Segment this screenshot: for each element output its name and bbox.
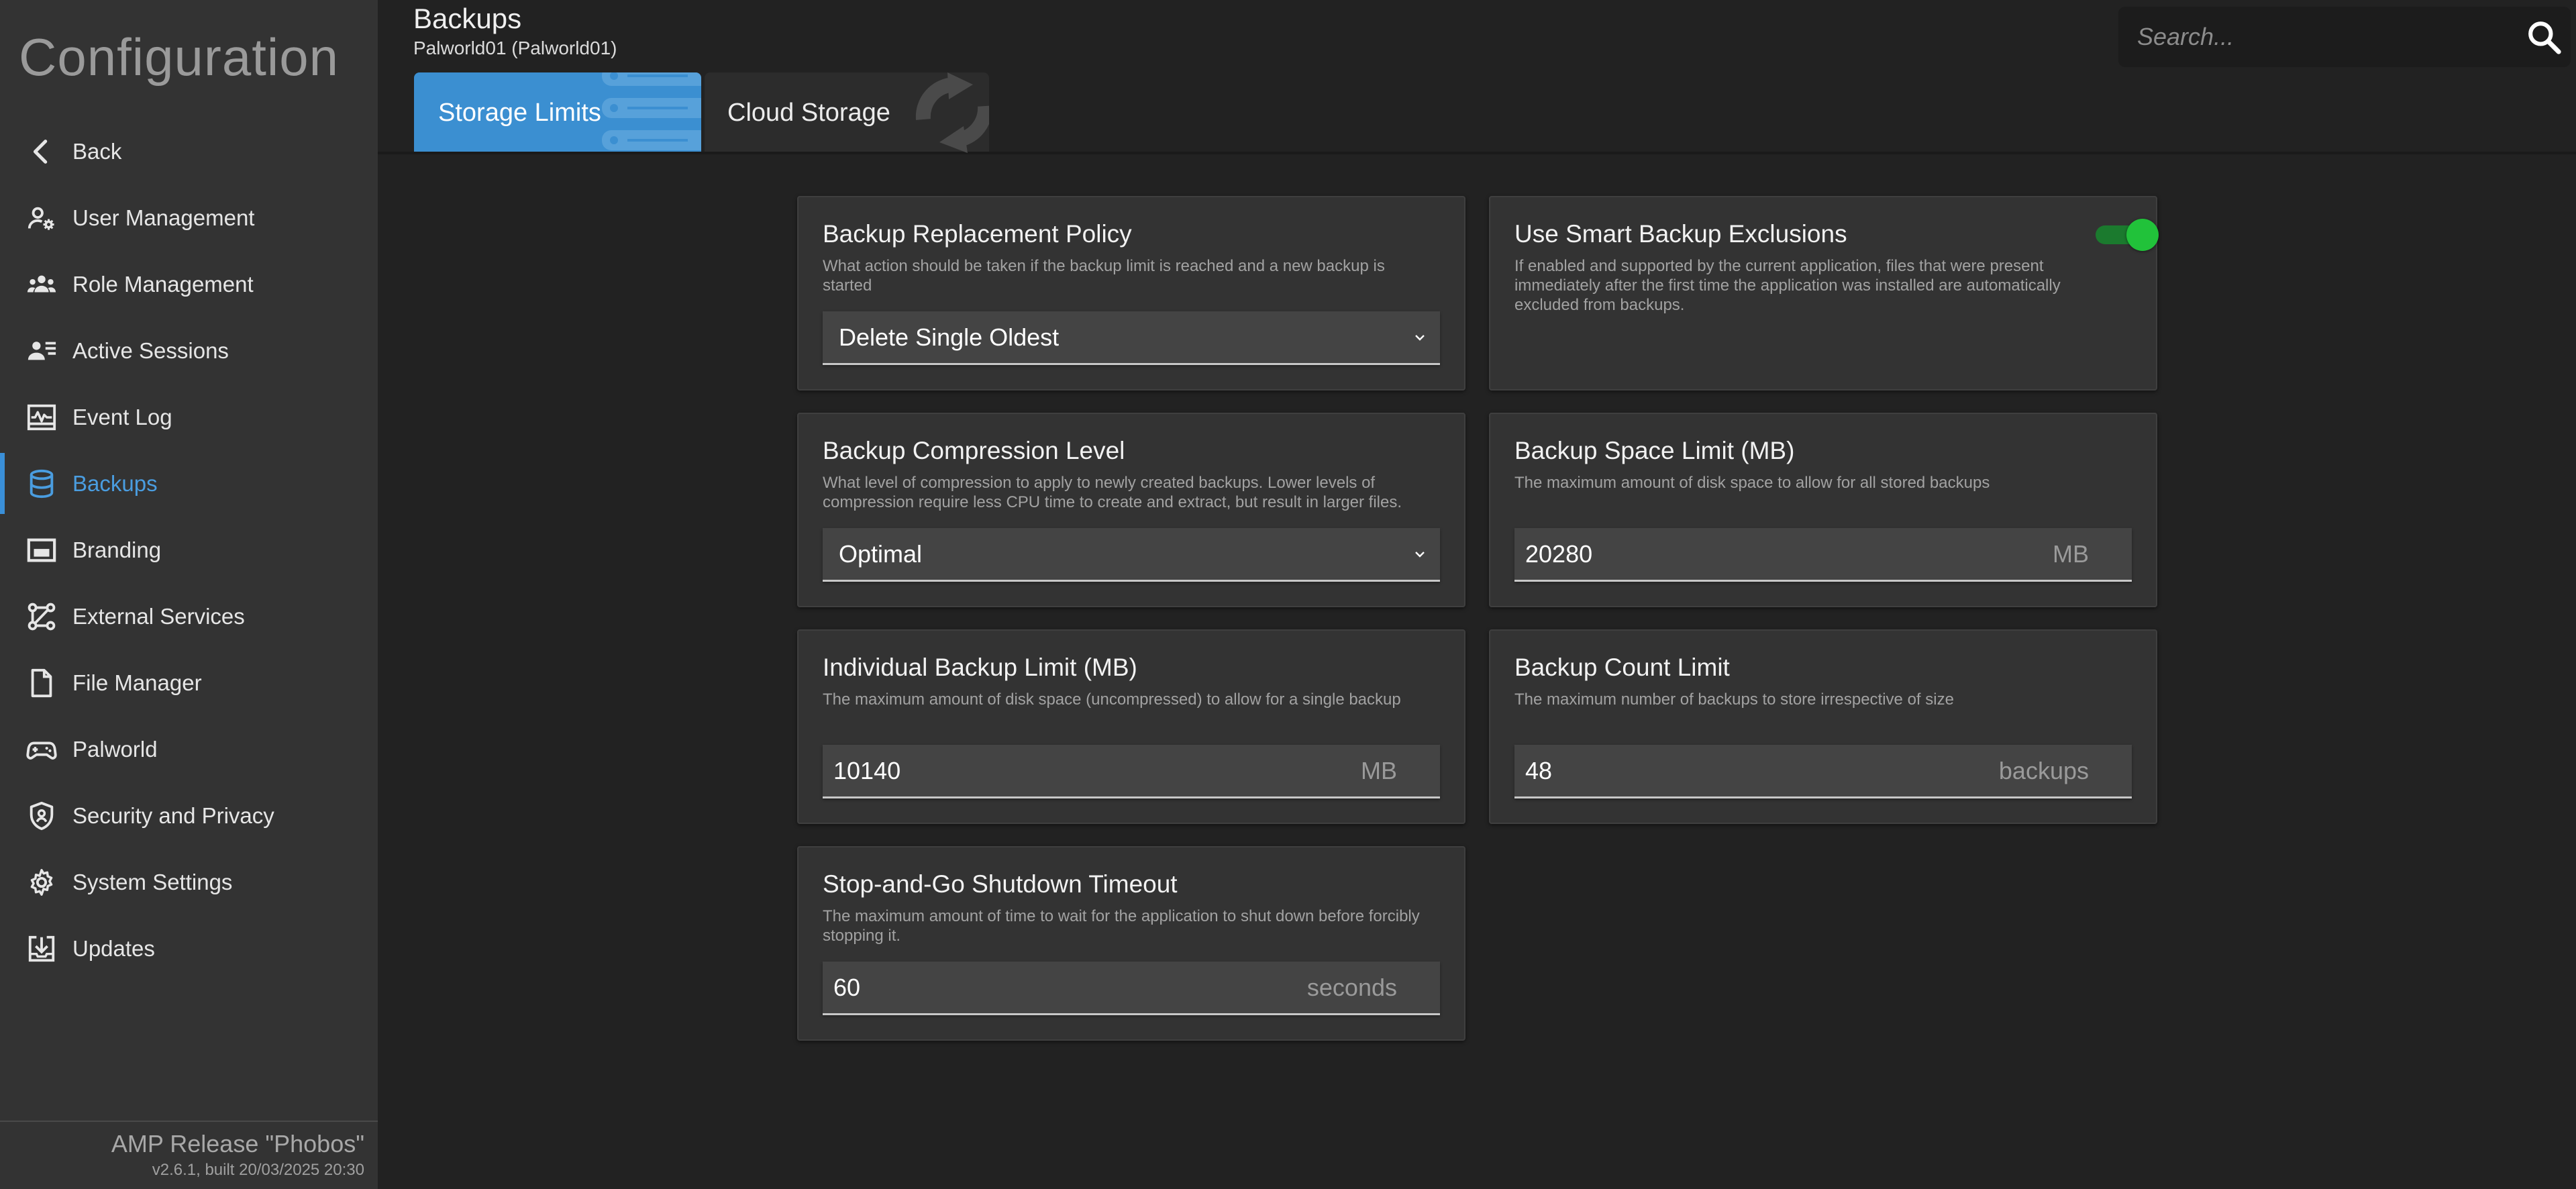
search-icon[interactable] [2517, 7, 2571, 67]
card-description: The maximum number of backups to store i… [1514, 690, 1954, 709]
tab-storage-limits[interactable]: Storage Limits [414, 72, 701, 153]
card-title: Use Smart Backup Exclusions [1514, 220, 1847, 248]
card-description: The maximum amount of disk space (uncomp… [823, 690, 1401, 709]
card-replacement-policy: Backup Replacement Policy What action sh… [797, 196, 1465, 391]
sidebar-item-label: Updates [72, 935, 155, 961]
sidebar-item-active-sessions[interactable]: Active Sessions [0, 317, 378, 384]
card-individual-limit: Individual Backup Limit (MB) The maximum… [797, 629, 1465, 824]
sidebar-item-file-manager[interactable]: File Manager [0, 650, 378, 716]
sidebar-item-system-settings[interactable]: System Settings [0, 849, 378, 915]
server-rack-icon [602, 72, 701, 150]
chevron-down-icon [1406, 541, 1433, 568]
input-unit: MB [2053, 539, 2089, 568]
database-icon [24, 466, 59, 501]
card-title: Individual Backup Limit (MB) [823, 654, 1137, 681]
sidebar-item-label: Backups [72, 470, 158, 496]
sidebar-item-label: Palworld [72, 736, 158, 762]
toggle-knob [2126, 219, 2159, 251]
card-shutdown-timeout: Stop-and-Go Shutdown Timeout The maximum… [797, 846, 1465, 1041]
page-subtitle: Palworld01 (Palworld01) [413, 38, 617, 58]
input-unit: seconds [1306, 973, 1397, 1001]
tab-label: Cloud Storage [727, 98, 890, 127]
user-gear-icon [24, 201, 59, 236]
input-value: 20280 [1525, 539, 1593, 568]
card-title: Backup Count Limit [1514, 654, 1730, 681]
sidebar-item-backups[interactable]: Backups [0, 450, 378, 517]
shutdown-timeout-input[interactable]: 60 seconds [823, 962, 1440, 1015]
sidebar-item-label: Back [72, 138, 122, 164]
network-nodes-icon [24, 599, 59, 634]
sidebar-item-palworld[interactable]: Palworld [0, 716, 378, 782]
tab-divider [378, 152, 2576, 154]
select-value: Optimal [839, 539, 923, 568]
user-list-icon [24, 333, 59, 368]
individual-limit-input[interactable]: 10140 MB [823, 745, 1440, 798]
card-title: Stop-and-Go Shutdown Timeout [823, 870, 1178, 898]
input-value: 60 [833, 973, 861, 1001]
card-space-limit: Backup Space Limit (MB) The maximum amou… [1489, 413, 2157, 607]
sidebar-nav: Back User Management Role Management Act… [0, 118, 378, 982]
search-box [2118, 7, 2571, 67]
card-description: What level of compression to apply to ne… [823, 474, 1402, 511]
gamepad-icon [24, 732, 59, 767]
card-description: The maximum amount of time to wait for t… [823, 907, 1420, 945]
sidebar-footer: AMP Release "Phobos" v2.6.1, built 20/03… [0, 1121, 378, 1189]
sidebar-item-label: External Services [72, 603, 245, 629]
chevron-left-icon [24, 134, 59, 169]
page-title: Backups [413, 3, 522, 34]
sidebar-item-back[interactable]: Back [0, 118, 378, 185]
search-input[interactable] [2118, 7, 2517, 67]
compression-level-select[interactable]: Optimal [823, 528, 1440, 582]
gear-icon [24, 865, 59, 900]
input-value: 10140 [833, 756, 901, 784]
sidebar-item-label: User Management [72, 205, 255, 230]
sidebar-title: Configuration [19, 28, 339, 87]
picture-in-picture-icon [24, 533, 59, 568]
release-name: AMP Release "Phobos" [111, 1130, 364, 1157]
select-value: Delete Single Oldest [839, 323, 1060, 351]
sidebar-item-branding[interactable]: Branding [0, 517, 378, 583]
shield-lock-icon [24, 798, 59, 833]
sidebar: Configuration Back User Management Role … [0, 0, 378, 1189]
cloud-sync-icon [915, 72, 989, 153]
sidebar-item-external-services[interactable]: External Services [0, 583, 378, 650]
build-info: v2.6.1, built 20/03/2025 20:30 [152, 1161, 364, 1179]
card-description: What action should be taken if the backu… [823, 257, 1385, 295]
count-limit-input[interactable]: 48 backups [1514, 745, 2132, 798]
tab-label: Storage Limits [438, 98, 601, 127]
sidebar-item-security-and-privacy[interactable]: Security and Privacy [0, 782, 378, 849]
input-unit: MB [1361, 756, 1397, 784]
card-title: Backup Replacement Policy [823, 220, 1132, 248]
chevron-down-icon [1406, 324, 1433, 351]
space-limit-input[interactable]: 20280 MB [1514, 528, 2132, 582]
card-description: If enabled and supported by the current … [1514, 257, 2061, 314]
sidebar-item-role-management[interactable]: Role Management [0, 251, 378, 317]
card-title: Backup Space Limit (MB) [1514, 437, 1795, 464]
sidebar-item-user-management[interactable]: User Management [0, 185, 378, 251]
sidebar-item-event-log[interactable]: Event Log [0, 384, 378, 450]
input-value: 48 [1525, 756, 1553, 784]
input-unit: backups [1998, 756, 2089, 784]
sidebar-item-label: Role Management [72, 271, 254, 297]
tab-cloud-storage[interactable]: Cloud Storage [705, 72, 989, 153]
card-description: The maximum amount of disk space to allo… [1514, 474, 1990, 492]
sidebar-item-label: Branding [72, 537, 162, 562]
sidebar-item-label: File Manager [72, 670, 202, 695]
card-count-limit: Backup Count Limit The maximum number of… [1489, 629, 2157, 824]
file-icon [24, 666, 59, 701]
users-icon [24, 267, 59, 302]
card-title: Backup Compression Level [823, 437, 1125, 464]
sidebar-item-label: Event Log [72, 404, 172, 429]
sidebar-item-label: Security and Privacy [72, 803, 274, 828]
download-tray-icon [24, 931, 59, 966]
sidebar-item-label: Active Sessions [72, 338, 229, 363]
sidebar-item-label: System Settings [72, 869, 233, 894]
replacement-policy-select[interactable]: Delete Single Oldest [823, 311, 1440, 365]
sidebar-item-updates[interactable]: Updates [0, 915, 378, 982]
card-compression-level: Backup Compression Level What level of c… [797, 413, 1465, 607]
card-smart-exclusions: Use Smart Backup Exclusions If enabled a… [1489, 196, 2159, 391]
smart-exclusions-toggle[interactable] [2096, 216, 2159, 251]
monitor-heartbeat-icon [24, 400, 59, 435]
